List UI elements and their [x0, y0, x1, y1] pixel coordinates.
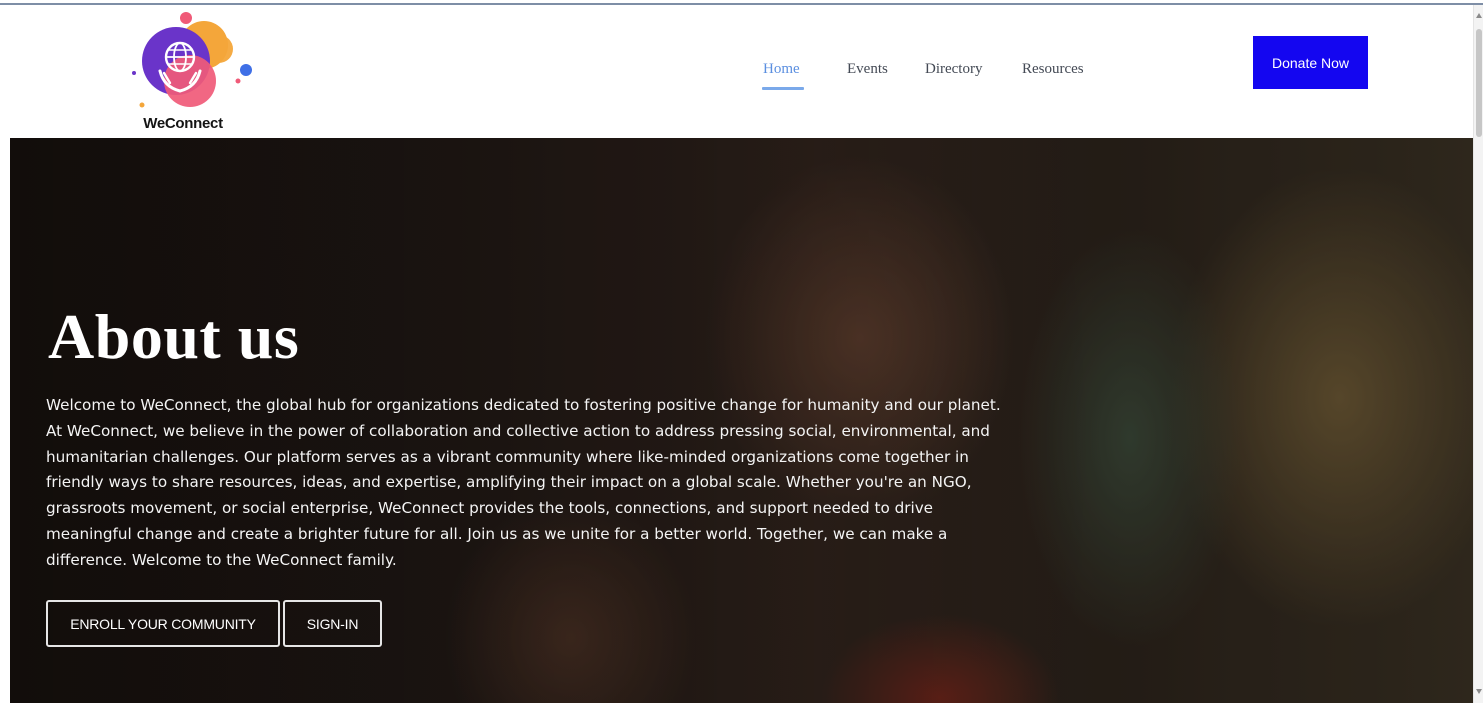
about-us-heading: About us: [48, 301, 300, 372]
main-nav: Home Events Directory Resources: [755, 57, 1112, 97]
nav-resources[interactable]: Resources: [1022, 57, 1112, 93]
enroll-community-button[interactable]: ENROLL YOUR COMMUNITY: [46, 600, 280, 647]
nav-directory[interactable]: Directory: [925, 57, 1022, 93]
scroll-up-arrow-icon[interactable]: [1476, 13, 1482, 18]
sign-in-button[interactable]: SIGN-IN: [283, 600, 382, 647]
weconnect-logo[interactable]: WeConnect: [120, 9, 260, 135]
donate-now-button[interactable]: Donate Now: [1253, 36, 1368, 89]
site-header: WeConnect Home Events Directory Resource…: [10, 5, 1473, 138]
about-us-description: Welcome to WeConnect, the global hub for…: [46, 396, 1001, 569]
logo-wordmark: WeConnect: [143, 115, 223, 132]
page-scrollbar[interactable]: [1473, 5, 1483, 703]
nav-home[interactable]: Home: [755, 57, 847, 93]
nav-events[interactable]: Events: [847, 57, 925, 93]
scroll-down-arrow-icon[interactable]: [1476, 689, 1482, 694]
hero-about-section: About us Welcome to WeConnect, the globa…: [10, 138, 1473, 703]
scrollbar-thumb[interactable]: [1476, 29, 1482, 137]
globe-hands-logo-icon: [132, 12, 252, 108]
